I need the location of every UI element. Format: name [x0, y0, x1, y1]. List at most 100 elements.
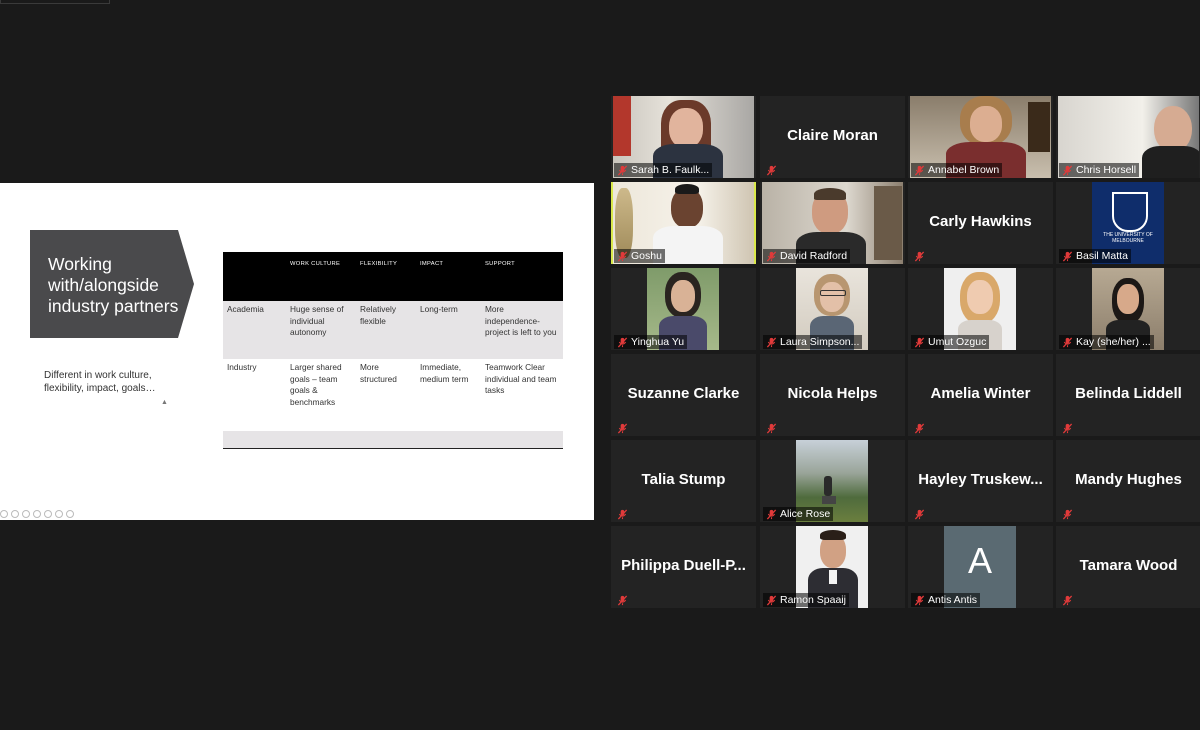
- participant-name-large: Hayley Truskew...: [918, 471, 1043, 488]
- participant-label: [911, 422, 928, 435]
- participant-name-large: Nicola Helps: [787, 385, 878, 402]
- participant-tile[interactable]: Alice Rose: [760, 440, 905, 522]
- participant-tile[interactable]: Mandy Hughes: [1056, 440, 1200, 522]
- participant-label: Chris Horsell: [1059, 163, 1140, 177]
- mic-muted-icon: [1062, 423, 1073, 434]
- mic-muted-icon: [1062, 250, 1073, 262]
- mic-muted-icon: [1062, 164, 1073, 176]
- mic-muted-icon: [617, 164, 628, 176]
- comparison-table: WORK CULTURE FLEXIBILITY IMPACT SUPPORT …: [223, 252, 563, 449]
- participant-tile[interactable]: Laura Simpson...: [760, 268, 905, 350]
- participant-name: Basil Matta: [1076, 250, 1128, 262]
- logo-text: THE UNIVERSITY OF MELBOURNE: [1103, 232, 1153, 244]
- participant-label: David Radford: [763, 249, 851, 263]
- table-row: Academia Huge sense of individual autono…: [223, 301, 563, 359]
- slide-title-banner: Working with/alongside industry partners: [30, 230, 194, 338]
- table-cell: Relatively flexible: [356, 301, 416, 359]
- table-row: [223, 431, 563, 449]
- participant-tile[interactable]: THE UNIVERSITY OF MELBOURNE Basil Matta: [1056, 182, 1200, 264]
- participant-tile[interactable]: Umut Ozguc: [908, 268, 1053, 350]
- participant-name: Laura Simpson...: [780, 336, 860, 348]
- participant-name-large: Philippa Duell-P...: [621, 557, 746, 574]
- mic-muted-icon: [766, 336, 777, 348]
- table-cell: Immediate, medium term: [416, 359, 481, 431]
- menu-icon[interactable]: [66, 510, 74, 518]
- avatar-letter: A: [967, 540, 992, 581]
- slide-subtitle: Different in work culture, flexibility, …: [44, 370, 156, 394]
- participant-label: [763, 164, 780, 177]
- participant-tile[interactable]: Goshu: [611, 182, 756, 264]
- participant-tile[interactable]: A Antis Antis: [908, 526, 1053, 608]
- participant-label: Basil Matta: [1059, 249, 1131, 263]
- participant-label: Goshu: [614, 249, 665, 263]
- participant-tile[interactable]: Ramon Spaaij: [760, 526, 905, 608]
- participant-name-large: Carly Hawkins: [929, 213, 1032, 230]
- participant-tile[interactable]: Philippa Duell-P...: [611, 526, 756, 608]
- participant-tile[interactable]: Chris Horsell: [1056, 96, 1200, 178]
- participant-label: Kay (she/her) ...: [1059, 335, 1154, 349]
- top-toolbar-edge: [0, 0, 110, 4]
- participant-tile[interactable]: Annabel Brown: [908, 96, 1053, 178]
- more-icon[interactable]: [55, 510, 63, 518]
- participant-label: Antis Antis: [911, 593, 981, 607]
- mic-muted-icon: [914, 164, 925, 176]
- participant-label: Alice Rose: [763, 507, 834, 521]
- participant-label: Sarah B. Faulk...: [614, 163, 713, 177]
- zoom-icon[interactable]: [44, 510, 52, 518]
- participant-tile[interactable]: Claire Moran: [760, 96, 905, 178]
- participant-tile[interactable]: Nicola Helps: [760, 354, 905, 436]
- participant-label: [763, 422, 780, 435]
- slideshow-controls[interactable]: [0, 510, 74, 518]
- participant-label: [1059, 508, 1076, 521]
- participant-name-large: Amelia Winter: [930, 385, 1031, 402]
- mic-muted-icon: [914, 423, 925, 434]
- participant-name: Alice Rose: [780, 508, 831, 520]
- participant-label: [614, 594, 631, 607]
- participant-tile[interactable]: Amelia Winter: [908, 354, 1053, 436]
- participant-name-large: Claire Moran: [787, 127, 878, 144]
- table-cell: More structured: [356, 359, 416, 431]
- table-cell: Long-term: [416, 301, 481, 359]
- participant-tile[interactable]: Suzanne Clarke: [611, 354, 756, 436]
- participant-label: Umut Ozguc: [911, 335, 990, 349]
- participant-name: Annabel Brown: [928, 164, 1000, 176]
- table-cell: Academia: [223, 301, 286, 359]
- participant-label: [911, 508, 928, 521]
- table-cell: More independence- project is left to yo…: [481, 301, 563, 359]
- participant-tile[interactable]: David Radford: [760, 182, 905, 264]
- participant-label: Yinghua Yu: [614, 335, 688, 349]
- table-header-cell: FLEXIBILITY: [356, 252, 416, 301]
- participant-tile[interactable]: Sarah B. Faulk...: [611, 96, 756, 178]
- participant-tile[interactable]: Hayley Truskew...: [908, 440, 1053, 522]
- participant-tile[interactable]: Yinghua Yu: [611, 268, 756, 350]
- mic-muted-icon: [617, 336, 628, 348]
- pen-icon[interactable]: [22, 510, 30, 518]
- participant-name-large: Belinda Liddell: [1075, 385, 1182, 402]
- participant-label: Laura Simpson...: [763, 335, 863, 349]
- mic-muted-icon: [1062, 595, 1073, 606]
- mouse-cursor-icon: ▲: [161, 399, 168, 406]
- table-header-cell: IMPACT: [416, 252, 481, 301]
- next-slide-icon[interactable]: [11, 510, 19, 518]
- table-header-cell: WORK CULTURE: [286, 252, 356, 301]
- mic-muted-icon: [914, 594, 925, 606]
- mic-muted-icon: [766, 594, 777, 606]
- participant-tile[interactable]: Belinda Liddell: [1056, 354, 1200, 436]
- participant-name: Sarah B. Faulk...: [631, 164, 710, 176]
- participant-tile[interactable]: Talia Stump: [611, 440, 756, 522]
- table-cell: Industry: [223, 359, 286, 431]
- mic-muted-icon: [914, 336, 925, 348]
- shared-screen-slide: Working with/alongside industry partners…: [0, 183, 594, 520]
- participant-name: Antis Antis: [928, 594, 978, 606]
- participant-name: Ramon Spaaij: [780, 594, 846, 606]
- prev-slide-icon[interactable]: [0, 510, 8, 518]
- participant-tile[interactable]: Carly Hawkins: [908, 182, 1053, 264]
- mic-muted-icon: [914, 509, 925, 520]
- participant-tile[interactable]: Tamara Wood: [1056, 526, 1200, 608]
- participant-tile[interactable]: Kay (she/her) ...: [1056, 268, 1200, 350]
- participant-label: [1059, 594, 1076, 607]
- grid-icon[interactable]: [33, 510, 41, 518]
- mic-muted-icon: [617, 423, 628, 434]
- mic-muted-icon: [766, 250, 777, 262]
- participant-label: [911, 250, 928, 263]
